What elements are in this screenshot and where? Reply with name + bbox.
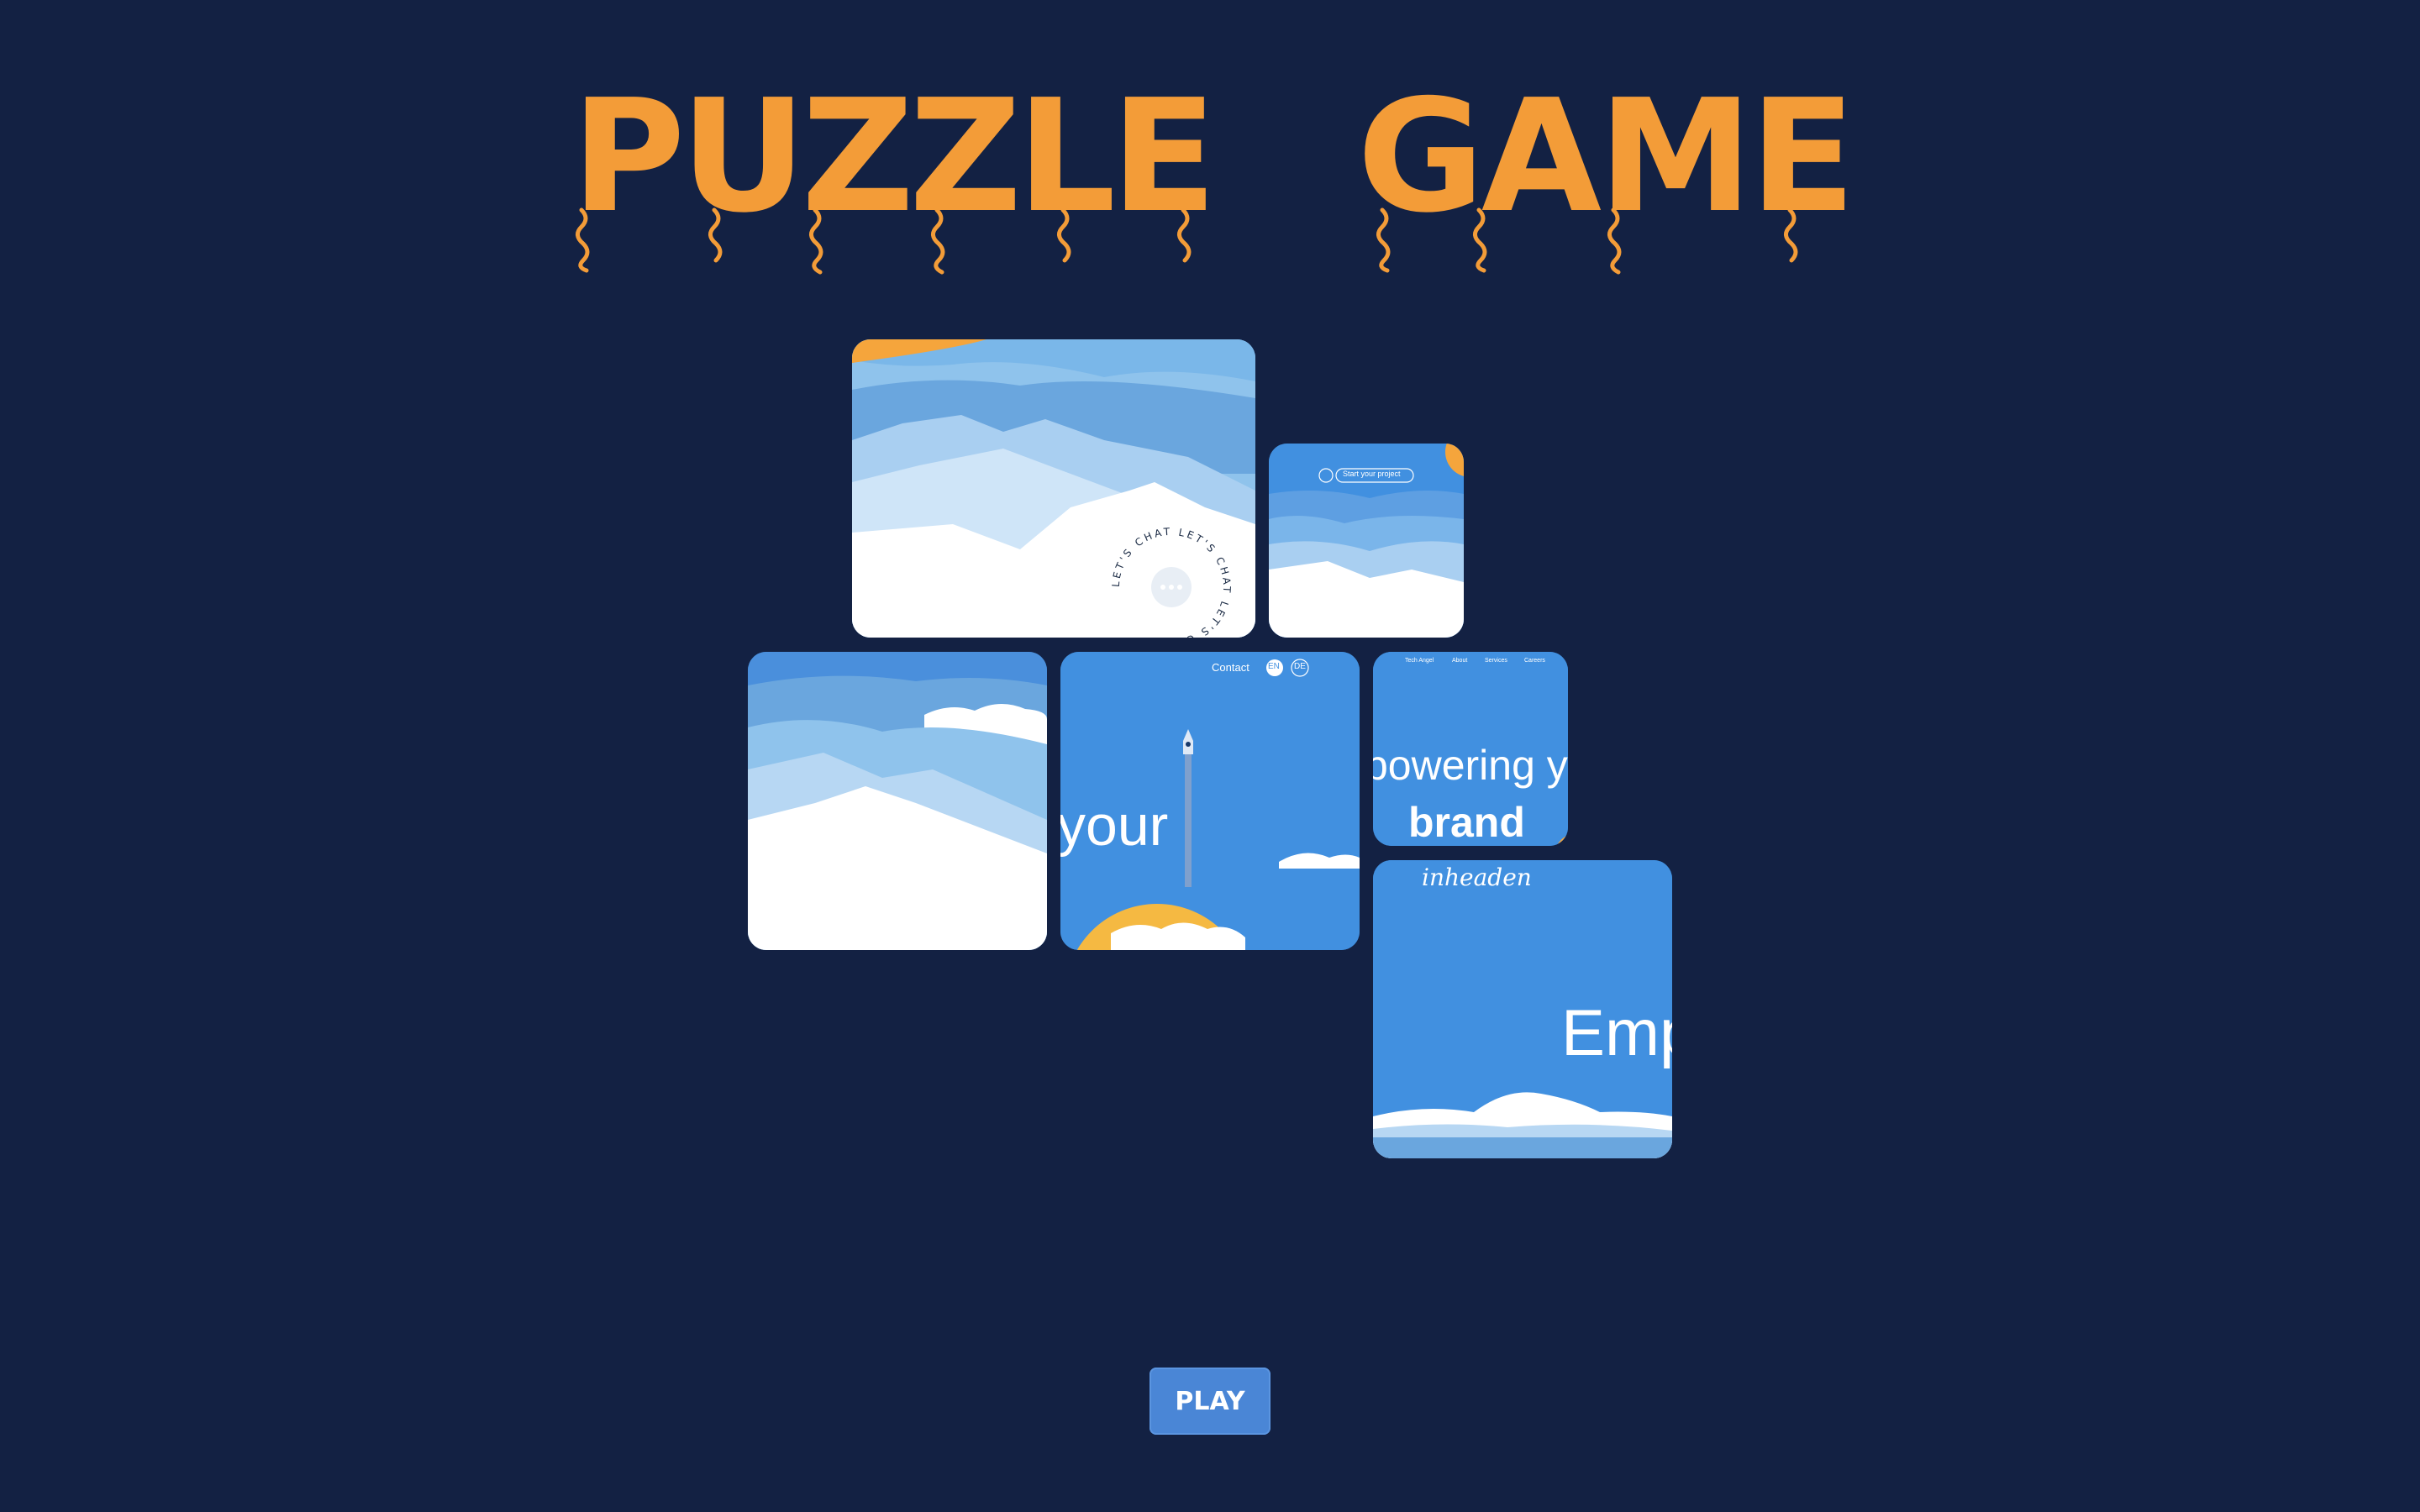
nav-contact-link[interactable]: Contact bbox=[1212, 661, 1249, 674]
puzzle-piece-5[interactable]: Tech Angel About Services Careers poweri… bbox=[1373, 652, 1568, 846]
nav-careers[interactable]: Careers bbox=[1524, 658, 1545, 664]
hero-word-emp: Emp bbox=[1561, 995, 1672, 1069]
lang-en-toggle[interactable]: EN bbox=[1268, 662, 1280, 671]
hero-line-brand: brand bbox=[1408, 799, 1525, 846]
piece-1-artwork: LET'S CHAT LET'S CHAT LET'S CHAT bbox=[852, 339, 1255, 638]
puzzle-piece-2[interactable]: Start your project bbox=[1269, 444, 1464, 638]
nav-services[interactable]: Services bbox=[1485, 658, 1507, 664]
nav-about[interactable]: About bbox=[1452, 658, 1467, 664]
puzzle-piece-1[interactable]: LET'S CHAT LET'S CHAT LET'S CHAT bbox=[852, 339, 1255, 638]
lang-de-toggle[interactable]: DE bbox=[1294, 662, 1306, 671]
piece-3-artwork bbox=[748, 652, 1047, 950]
hero-word-your: your bbox=[1060, 794, 1169, 858]
play-button[interactable]: PLAY bbox=[1150, 1368, 1270, 1435]
start-project-button[interactable]: Start your project bbox=[1343, 470, 1401, 478]
hero-line-powering: powering y bbox=[1373, 742, 1568, 789]
balloon-title-graphic: PUZZLE GAME bbox=[571, 84, 1856, 275]
puzzle-piece-6[interactable]: inheaden Emp bbox=[1373, 860, 1672, 1158]
title-word-game: GAME bbox=[1357, 84, 1853, 247]
puzzle-piece-4[interactable]: Contact EN DE your bbox=[1060, 652, 1360, 950]
game-title: PUZZLE GAME bbox=[0, 84, 2420, 294]
nav-tech-angel[interactable]: Tech Angel bbox=[1405, 658, 1434, 664]
puzzle-piece-3[interactable] bbox=[748, 652, 1047, 950]
title-word-puzzle: PUZZLE bbox=[571, 84, 1212, 247]
inheaden-logo: inheaden bbox=[1422, 864, 1532, 891]
